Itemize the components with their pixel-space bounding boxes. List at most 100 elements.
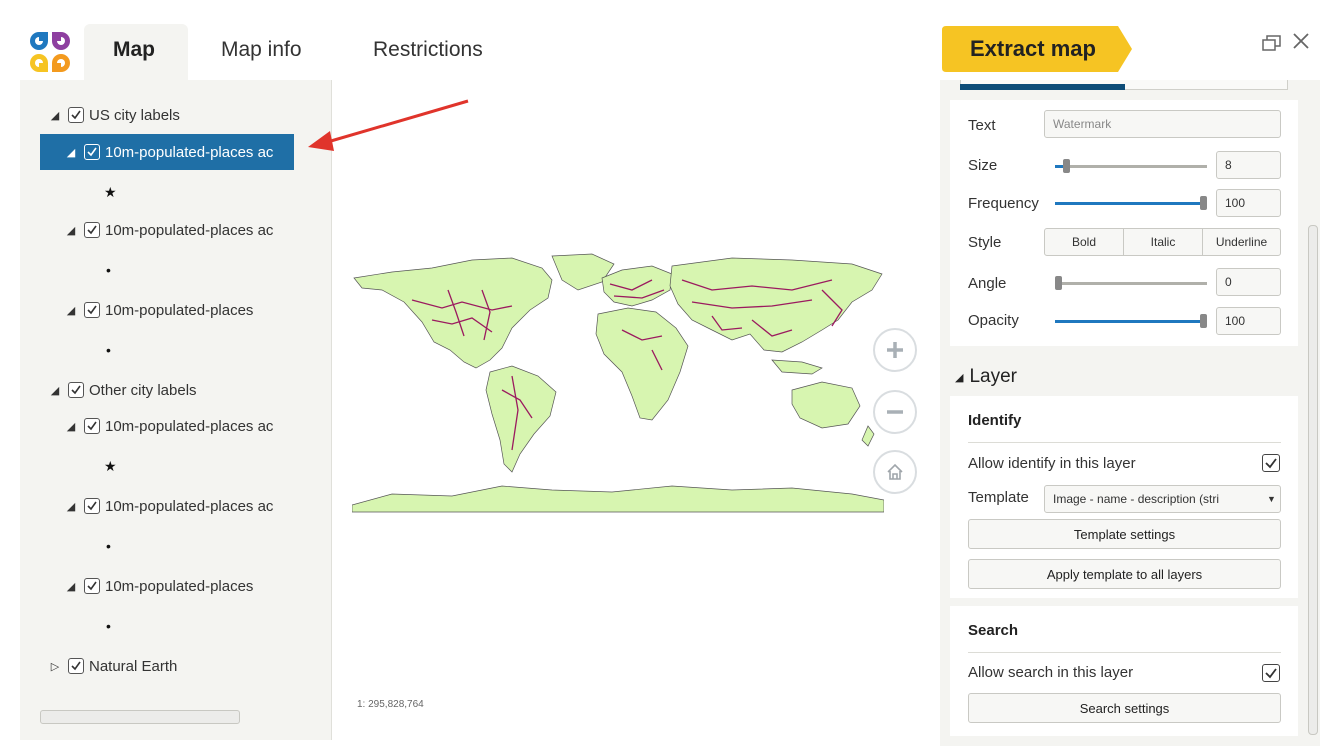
size-label: Size <box>968 157 998 174</box>
frequency-label: Frequency <box>968 195 1039 212</box>
underline-button[interactable]: Underline <box>1202 228 1281 256</box>
layer-checkbox[interactable] <box>84 498 100 514</box>
allow-identify-checkbox[interactable] <box>1262 454 1280 472</box>
tree-item-label: 10m-populated-places ac <box>105 497 274 515</box>
point-symbol: ★ <box>104 458 117 474</box>
template-label: Template <box>968 489 1029 506</box>
watermark-text-input[interactable]: Watermark <box>1044 110 1281 138</box>
template-select[interactable]: Image - name - description (stri ▼ <box>1044 485 1281 513</box>
caret-collapsed-icon[interactable]: ▷ <box>48 659 62 673</box>
layer-checkbox[interactable] <box>68 382 84 398</box>
frequency-slider-thumb[interactable] <box>1200 196 1207 210</box>
caret-expanded-icon[interactable]: ◢ <box>48 108 62 122</box>
close-icon[interactable] <box>1292 32 1310 50</box>
search-settings-button[interactable]: Search settings <box>968 693 1281 723</box>
point-symbol: • <box>106 618 111 634</box>
tree-item-layer[interactable]: ◢ 10m-populated-places <box>64 294 254 326</box>
text-label: Text <box>968 117 996 134</box>
tab-map-info[interactable]: Map info <box>221 38 302 62</box>
tree-item-label: 10m-populated-places ac <box>105 221 274 239</box>
horizontal-scrollbar[interactable] <box>40 710 240 724</box>
tree-item-layer[interactable]: ◢ 10m-populated-places <box>64 570 254 602</box>
layer-checkbox[interactable] <box>84 578 100 594</box>
layer-section-header[interactable]: ◢ Layer <box>955 366 1017 388</box>
bold-button[interactable]: Bold <box>1044 228 1124 256</box>
caret-expanded-icon[interactable]: ◢ <box>64 499 78 513</box>
dropdown-arrow-icon: ▼ <box>1267 494 1276 504</box>
opacity-slider-fill <box>1055 320 1207 323</box>
opacity-slider-thumb[interactable] <box>1200 314 1207 328</box>
minus-icon <box>887 410 903 414</box>
plus-icon <box>887 342 903 358</box>
tree-item-label: Other city labels <box>89 381 197 399</box>
vertical-scrollbar[interactable] <box>1308 225 1318 735</box>
tree-item-other-city-labels[interactable]: ◢ Other city labels <box>48 374 197 406</box>
allow-search-checkbox[interactable] <box>1262 664 1280 682</box>
home-icon <box>887 463 903 480</box>
angle-label: Angle <box>968 275 1007 292</box>
search-title: Search <box>968 622 1019 639</box>
size-slider-thumb[interactable] <box>1063 159 1070 173</box>
caret-expanded-icon: ◢ <box>955 371 964 384</box>
opacity-input[interactable]: 100 <box>1216 307 1281 335</box>
angle-slider-thumb[interactable] <box>1055 276 1062 290</box>
tree-item-label: 10m-populated-places ac <box>105 143 274 161</box>
caret-expanded-icon[interactable]: ◢ <box>48 383 62 397</box>
tree-item-layer[interactable]: ◢ 10m-populated-places ac <box>64 410 291 442</box>
tree-item-label: 10m-populated-places <box>105 301 254 319</box>
point-symbol: • <box>106 342 111 358</box>
panel-tab-active-indicator <box>960 84 1125 90</box>
extract-map-button[interactable] <box>942 26 1132 72</box>
tree-item-layer[interactable]: ◢ 10m-populated-places ac <box>64 214 291 246</box>
allow-search-label: Allow search in this layer <box>968 664 1134 681</box>
layer-checkbox[interactable] <box>84 144 100 160</box>
style-label: Style <box>968 234 1002 251</box>
restore-window-icon[interactable] <box>1262 34 1282 52</box>
opacity-label: Opacity <box>968 312 1019 329</box>
tab-map[interactable]: Map <box>113 38 155 62</box>
layer-checkbox[interactable] <box>84 222 100 238</box>
size-slider-track[interactable] <box>1055 165 1207 168</box>
zoom-in-button[interactable] <box>873 328 917 372</box>
layer-checkbox[interactable] <box>68 658 84 674</box>
checkmark-icon <box>1265 458 1277 469</box>
home-button[interactable] <box>873 450 917 494</box>
template-select-value: Image - name - description (stri <box>1053 492 1220 506</box>
size-input[interactable]: 8 <box>1216 151 1281 179</box>
caret-expanded-icon[interactable]: ◢ <box>64 145 78 159</box>
point-symbol: • <box>106 262 111 278</box>
world-map-image[interactable] <box>352 250 884 515</box>
point-symbol: ★ <box>104 184 117 200</box>
checkmark-icon <box>1265 668 1277 679</box>
angle-input[interactable]: 0 <box>1216 268 1281 296</box>
identify-title: Identify <box>968 412 1022 429</box>
tree-item-label: 10m-populated-places ac <box>105 417 274 435</box>
tree-item-label: 10m-populated-places <box>105 577 254 595</box>
layer-section-title: Layer <box>969 366 1017 387</box>
caret-expanded-icon[interactable]: ◢ <box>64 303 78 317</box>
caret-expanded-icon[interactable]: ◢ <box>64 223 78 237</box>
tree-item-label: Natural Earth <box>89 657 178 675</box>
divider <box>968 442 1281 443</box>
tree-item-layer[interactable]: ◢ 10m-populated-places ac <box>64 490 291 522</box>
angle-slider-track[interactable] <box>1055 282 1207 285</box>
template-settings-button[interactable]: Template settings <box>968 519 1281 549</box>
top-bar: Map Map info Restrictions Extract map <box>0 0 1320 84</box>
frequency-slider-fill <box>1055 202 1207 205</box>
italic-button[interactable]: Italic <box>1123 228 1203 256</box>
layer-checkbox[interactable] <box>68 107 84 123</box>
caret-expanded-icon[interactable]: ◢ <box>64 579 78 593</box>
caret-expanded-icon[interactable]: ◢ <box>64 419 78 433</box>
tab-restrictions[interactable]: Restrictions <box>373 38 483 62</box>
tree-item-us-city-labels[interactable]: ◢ US city labels <box>48 99 180 131</box>
tree-item-natural-earth[interactable]: ▷ Natural Earth <box>48 650 178 682</box>
allow-identify-label: Allow identify in this layer <box>968 455 1136 472</box>
frequency-input[interactable]: 100 <box>1216 189 1281 217</box>
apply-template-button[interactable]: Apply template to all layers <box>968 559 1281 589</box>
zoom-out-button[interactable] <box>873 390 917 434</box>
map-scale: 1: 295,828,764 <box>357 699 424 710</box>
tree-item-selected-layer[interactable]: ◢ 10m-populated-places ac <box>40 134 294 170</box>
layer-checkbox[interactable] <box>84 302 100 318</box>
layer-checkbox[interactable] <box>84 418 100 434</box>
app-logo-icon <box>30 32 70 72</box>
